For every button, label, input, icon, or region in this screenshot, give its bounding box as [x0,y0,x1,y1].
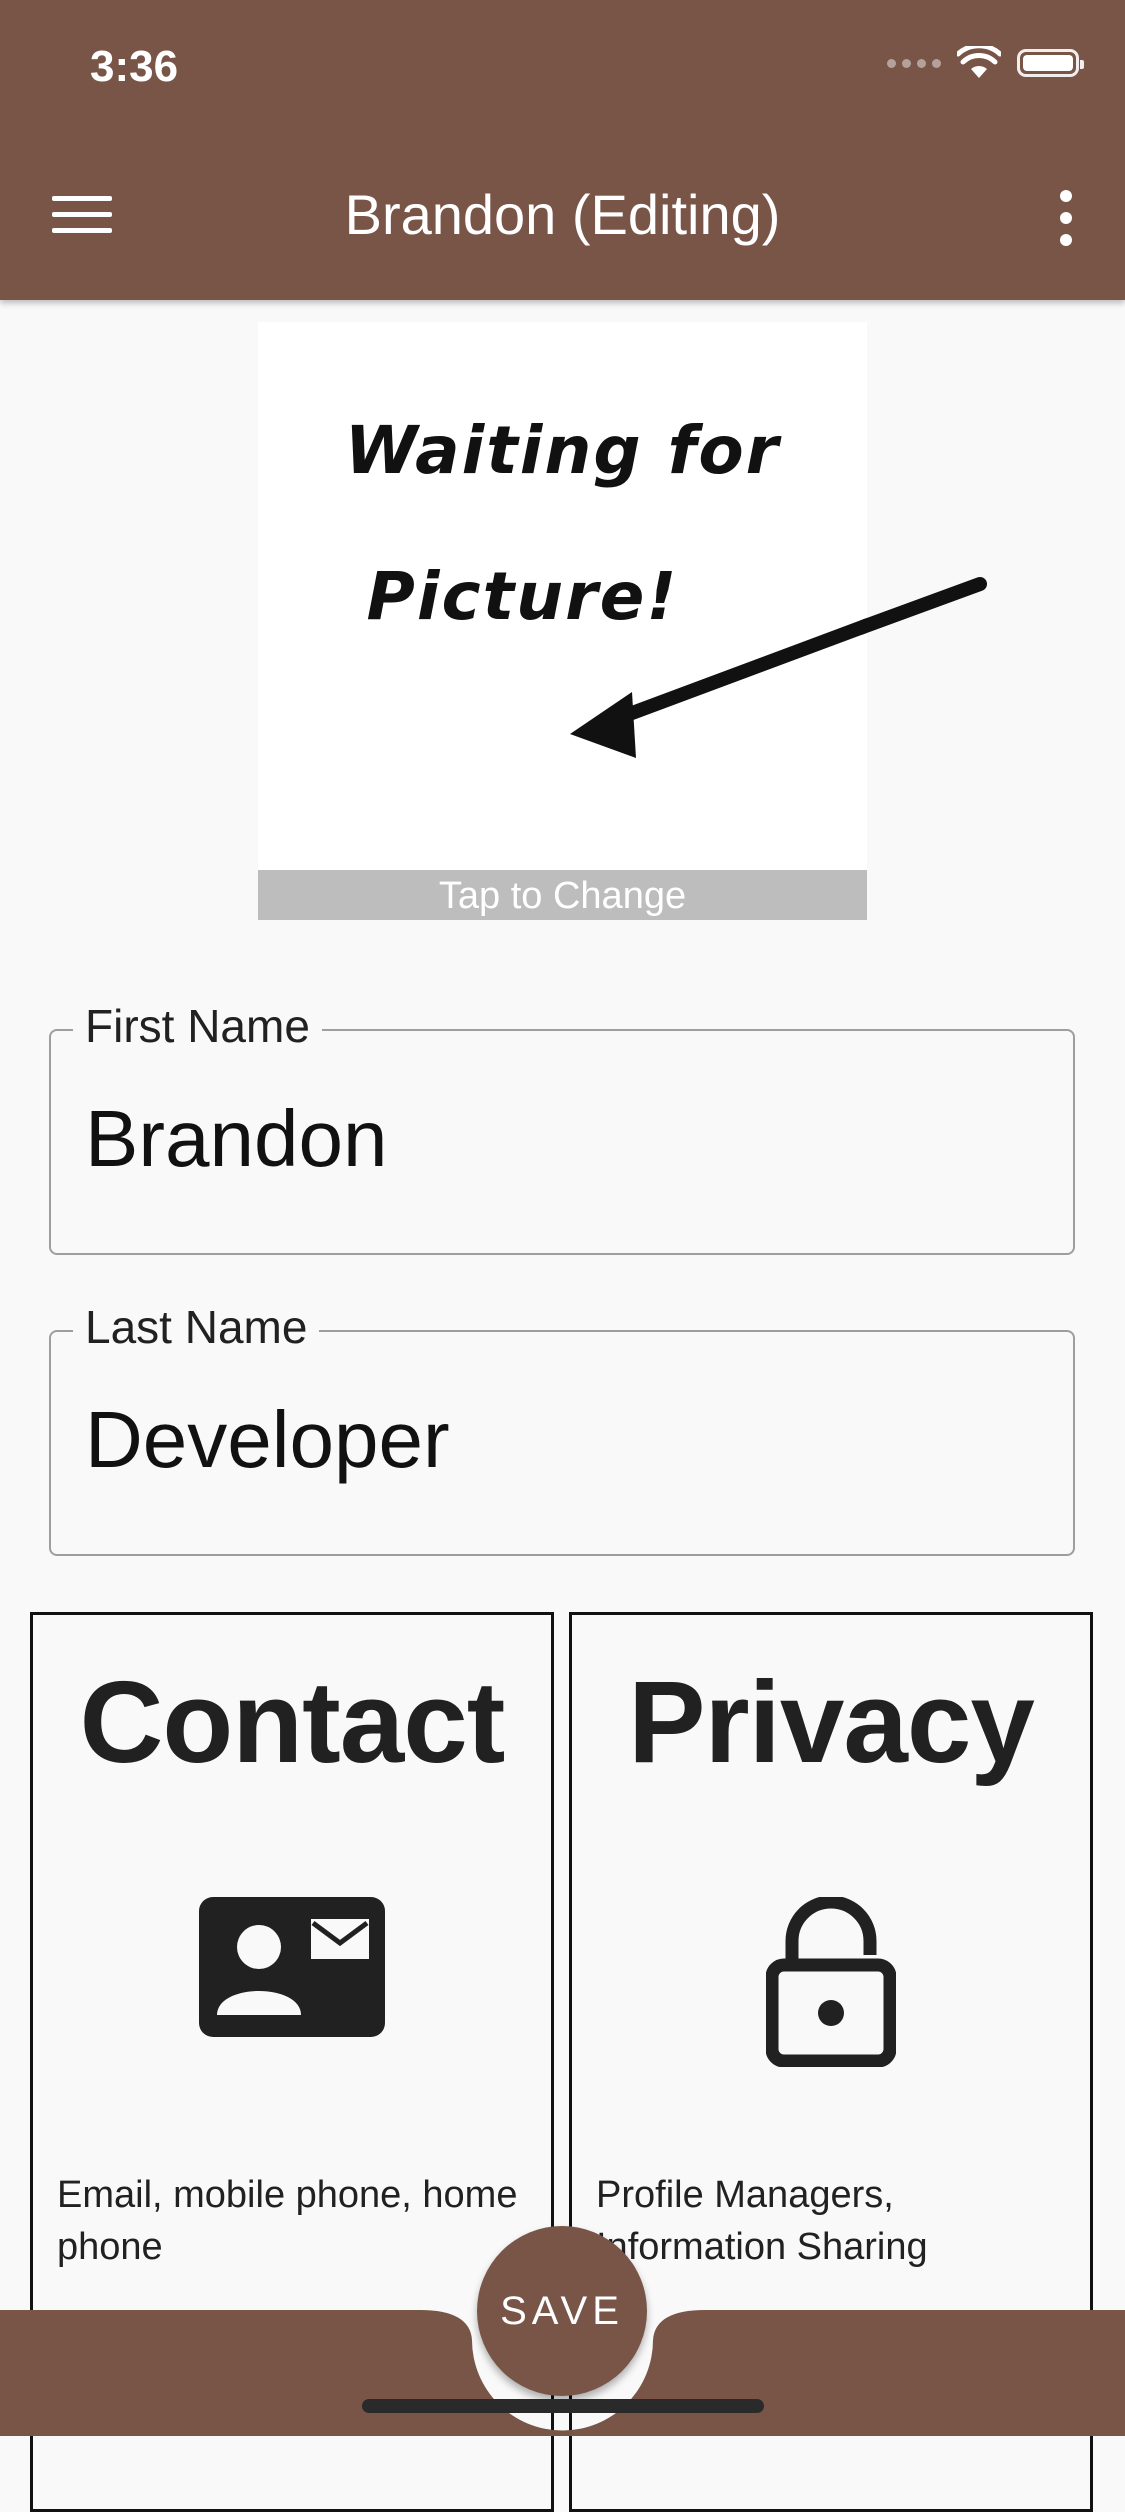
status-icons [887,46,1084,80]
contact-card-icon [199,1897,385,2037]
last-name-field[interactable]: Last Name [49,1300,1075,1556]
contact-card-title: Contact [79,1657,506,1787]
first-name-input[interactable] [85,1093,1035,1185]
contact-card-description: Email, mobile phone, home phone [57,2174,518,2268]
more-options-icon[interactable] [1051,190,1081,250]
save-button[interactable]: SAVE [477,2226,647,2396]
privacy-card-title: Privacy [628,1657,1035,1787]
home-indicator [362,2399,764,2413]
page-title: Brandon (Editing) [344,183,781,246]
status-time: 3:36 [90,42,179,91]
last-name-label: Last Name [73,1300,320,1354]
app-header: 3:36 Brandon (Editing) [0,0,1125,300]
profile-picture[interactable]: Waiting for Picture! Tap to Change [258,322,867,920]
first-name-field[interactable]: First Name [49,999,1075,1255]
last-name-input[interactable] [85,1394,1035,1486]
lock-open-icon [766,1897,896,2067]
first-name-label: First Name [73,999,322,1053]
tap-to-change-label: Tap to Change [258,870,867,920]
arrow-icon [570,617,867,758]
privacy-card-description: Profile Managers, Information Sharing [596,2174,928,2268]
arrow-tail-icon [860,577,987,635]
wifi-icon [957,46,1001,78]
battery-icon [1017,49,1084,77]
cellular-signal-icon [887,58,941,68]
